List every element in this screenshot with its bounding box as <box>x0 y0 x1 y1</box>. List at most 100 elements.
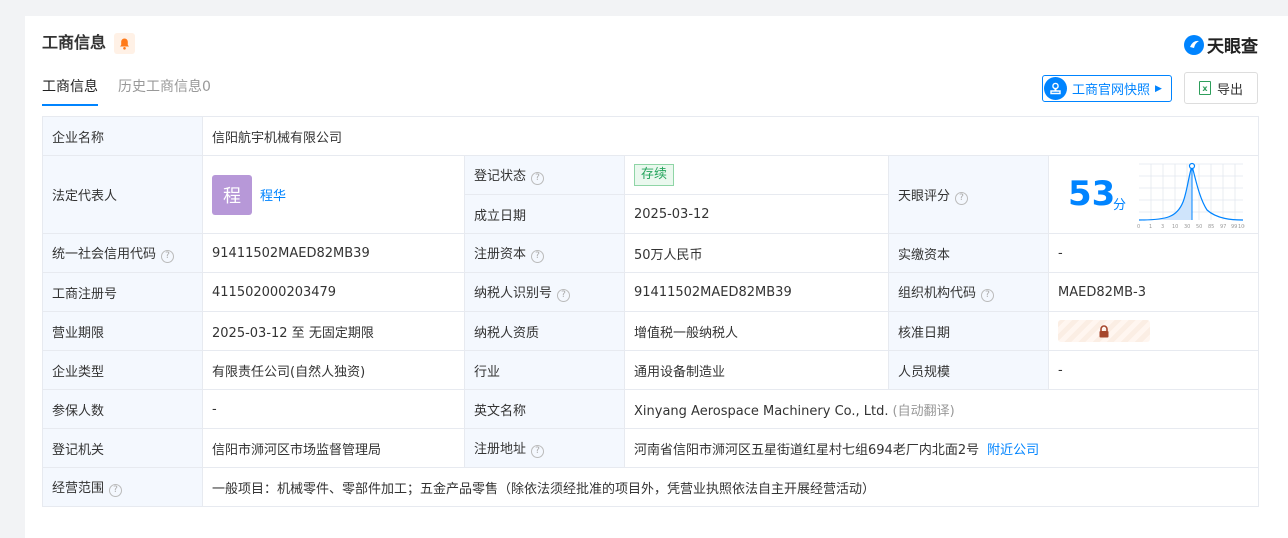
tick-label: 85 <box>1208 224 1214 230</box>
taxpayer-id-label-cell: 纳税人识别号? <box>464 272 625 312</box>
export-button[interactable]: x 导出 <box>1184 72 1258 104</box>
help-icon[interactable]: ? <box>531 250 545 263</box>
company-name-label: 企业名称 <box>42 116 203 156</box>
tick-label: 30 <box>1184 224 1190 230</box>
help-icon[interactable]: ? <box>531 445 545 458</box>
reg-capital: 50万人民币 <box>624 233 889 273</box>
taxpayer-qual: 增值税一般纳税人 <box>624 311 889 351</box>
snapshot-label: 工商官网快照 <box>1072 83 1151 98</box>
tick-label: 100 <box>1238 224 1245 230</box>
help-icon[interactable]: ? <box>109 484 123 497</box>
authority-label: 登记机关 <box>42 428 203 468</box>
seal-icon <box>1044 77 1067 100</box>
taxpayer-qual-label: 纳税人资质 <box>464 311 625 351</box>
reg-no: 411502000203479 <box>202 272 465 312</box>
status-badge: 存续 <box>634 164 675 186</box>
paid-capital: - <box>1047 233 1260 273</box>
term: 2025-03-12 至 无固定期限 <box>202 311 465 351</box>
score-value: 53 <box>1068 174 1116 214</box>
tab-business-info[interactable]: 工商信息 <box>42 77 98 106</box>
company-type: 有限责任公司(自然人独资) <box>202 350 465 390</box>
authority: 信阳市浉河区市场监督管理局 <box>202 428 465 468</box>
tab-history-business-info[interactable]: 历史工商信息0 <box>118 77 211 106</box>
table-row: 企业名称 信阳航宇机械有限公司 <box>42 116 1260 156</box>
excel-icon: x <box>1198 81 1211 95</box>
section-title: 工商信息 <box>42 33 107 52</box>
table-row: 统一社会信用代码? 91411502MAED82MB39 注册资本? 50万人民… <box>42 233 1260 273</box>
score-unit: 分 <box>1113 198 1127 213</box>
paid-capital-label: 实缴资本 <box>888 233 1049 273</box>
reg-capital-label-cell: 注册资本? <box>464 233 625 273</box>
brand-logo: 天眼查 <box>1184 32 1258 57</box>
address-label-cell: 注册地址? <box>464 428 625 468</box>
lock-icon <box>1099 324 1109 337</box>
help-icon[interactable]: ? <box>531 172 545 185</box>
tab-bar: 工商信息 历史工商信息0 <box>42 77 211 106</box>
table-row: 企业类型 有限责任公司(自然人独资) 行业 通用设备制造业 人员规模 - <box>42 350 1260 390</box>
staff-size-label: 人员规模 <box>888 350 1049 390</box>
term-label: 营业期限 <box>42 311 203 351</box>
reg-status-label-cell: 登记状态? <box>464 155 625 195</box>
legal-rep-cell: 程程华 <box>202 155 465 234</box>
score-distribution-chart: 0 1 3 10 30 50 85 97 99 100 <box>1137 162 1245 230</box>
table-row: 经营范围? 一般项目：机械零件、零部件加工；五金产品零售（除依法须经批准的项目外… <box>42 467 1260 507</box>
bell-icon[interactable] <box>114 33 135 54</box>
table-row: 工商注册号 411502000203479 纳税人识别号? 91411502MA… <box>42 272 1260 312</box>
tick-label: 0 <box>1137 224 1140 230</box>
founded-label: 成立日期 <box>464 194 625 234</box>
tick-label: 97 <box>1220 224 1226 230</box>
caret-right-icon: ▶ <box>1155 83 1162 94</box>
english-name: Xinyang Aerospace Machinery Co., Ltd. <box>634 403 889 419</box>
taxpayer-id: 91411502MAED82MB39 <box>624 272 889 312</box>
address-label: 注册地址 <box>474 442 527 457</box>
help-icon[interactable]: ? <box>557 289 571 302</box>
tick-label: 3 <box>1161 224 1164 230</box>
tick-label: 1 <box>1149 224 1152 230</box>
legal-rep-link[interactable]: 程华 <box>260 189 286 204</box>
reg-status-label: 登记状态 <box>474 169 527 184</box>
approval-date-label: 核准日期 <box>888 311 1049 351</box>
staff-size: - <box>1047 350 1260 390</box>
scope-label: 经营范围 <box>52 481 105 496</box>
industry: 通用设备制造业 <box>624 350 889 390</box>
table-row: 法定代表人 程程华 登记状态? 存续 天眼评分? 53 分 0 1 3 10 3… <box>42 155 1260 234</box>
nearby-companies-link[interactable]: 附近公司 <box>987 443 1039 458</box>
export-label: 导出 <box>1216 82 1243 98</box>
help-icon[interactable]: ? <box>955 191 969 205</box>
credit-code: 91411502MAED82MB39 <box>202 233 465 273</box>
brand-name: 天眼查 <box>1207 37 1258 57</box>
english-name-label: 英文名称 <box>464 389 625 429</box>
help-icon[interactable]: ? <box>981 289 995 302</box>
industry-label: 行业 <box>464 350 625 390</box>
company-name: 信阳航宇机械有限公司 <box>201 116 1260 156</box>
org-code-label-cell: 组织机构代码? <box>888 272 1049 312</box>
founded-date: 2025-03-12 <box>624 194 889 234</box>
scope-label-cell: 经营范围? <box>42 467 203 507</box>
business-info-table: 企业名称 信阳航宇机械有限公司 法定代表人 程程华 登记状态? 存续 天眼评分?… <box>42 116 1260 507</box>
tianyancha-logo-icon <box>1184 34 1204 55</box>
table-row: 参保人数 - 英文名称 Xinyang Aerospace Machinery … <box>42 389 1260 429</box>
official-snapshot-button[interactable]: 工商官网快照 ▶ <box>1042 75 1172 102</box>
address-cell: 河南省信阳市浉河区五星街道红星村七组694老厂内北面2号 附近公司 <box>623 428 1260 468</box>
help-icon[interactable]: ? <box>161 250 175 263</box>
org-code: MAED82MB-3 <box>1047 272 1260 312</box>
tianyan-score-label-cell: 天眼评分? <box>888 155 1049 234</box>
credit-code-label: 统一社会信用代码 <box>52 247 157 262</box>
tianyan-score-label: 天眼评分 <box>898 188 951 204</box>
english-name-cell: Xinyang Aerospace Machinery Co., Ltd. (自动… <box>623 389 1260 429</box>
reg-status-cell: 存续 <box>624 155 889 195</box>
table-row: 登记机关 信阳市浉河区市场监督管理局 注册地址? 河南省信阳市浉河区五星街道红星… <box>42 428 1260 468</box>
insured: - <box>202 389 465 429</box>
tick-label: 50 <box>1196 224 1202 230</box>
table-row: 营业期限 2025-03-12 至 无固定期限 纳税人资质 增值税一般纳税人 核… <box>42 311 1260 351</box>
type-label: 企业类型 <box>42 350 203 390</box>
avatar[interactable]: 程 <box>212 174 252 215</box>
org-code-label: 组织机构代码 <box>898 286 977 301</box>
reg-no-label: 工商注册号 <box>42 272 203 312</box>
vip-lock[interactable] <box>1058 320 1150 342</box>
address: 河南省信阳市浉河区五星街道红星村七组694老厂内北面2号 <box>634 442 980 458</box>
tianyan-score-cell[interactable]: 53 分 0 1 3 10 30 50 85 97 99 10 <box>1047 155 1260 234</box>
taxpayer-id-label: 纳税人识别号 <box>474 286 553 301</box>
business-scope: 一般项目：机械零件、零部件加工；五金产品零售（除依法须经批准的项目外，凭营业执照… <box>201 467 1260 507</box>
credit-code-label-cell: 统一社会信用代码? <box>42 233 203 273</box>
